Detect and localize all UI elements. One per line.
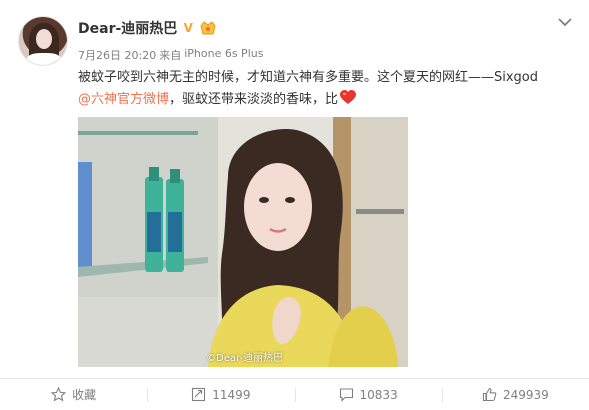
weibo-post-card: Dear-迪丽热巴 V 7月26日 20:20 来自 iPhone 6s Plu…: [0, 0, 589, 410]
comment-icon: [339, 388, 353, 402]
favorite-button[interactable]: 收藏: [0, 379, 147, 410]
avatar-shirt: [27, 53, 61, 65]
comment-button[interactable]: 10833: [294, 379, 442, 410]
repost-count: 11499: [212, 387, 251, 402]
post-timestamp[interactable]: 7月26日 20:20: [78, 47, 156, 63]
like-count: 249939: [502, 387, 549, 402]
post-text-line1: 被蚊子咬到六神无主的时候，才知道六神有多重要。这个夏天的网红——Sixgod: [78, 70, 539, 85]
post-header: Dear-迪丽热巴 V: [78, 18, 217, 38]
photo-illustration: [78, 117, 408, 367]
thumbs-up-icon: [482, 387, 497, 402]
action-bar: 收藏 11499 10833 249939: [0, 379, 589, 410]
chevron-down-icon[interactable]: [557, 16, 573, 28]
vip-badge-icon[interactable]: [199, 20, 217, 36]
avatar-face: [36, 29, 52, 49]
repost-icon: [192, 387, 206, 402]
source-device: iPhone 6s Plus: [184, 47, 264, 60]
post-text-tail: ，驱蚊还带来淡淡的香味，比: [169, 92, 339, 107]
like-button[interactable]: 249939: [441, 379, 589, 410]
avatar[interactable]: [18, 16, 68, 66]
post-meta: 7月26日 20:20 来自 iPhone 6s Plus: [78, 47, 263, 63]
post-text-line2: @六神官方微博，驱蚊还带来淡淡的香味，比: [78, 89, 578, 111]
comment-count: 10833: [359, 387, 398, 402]
verified-badge-icon[interactable]: V: [181, 21, 195, 35]
source-prefix: 来自: [159, 49, 182, 62]
post-text: 被蚊子咬到六神无主的时候，才知道六神有多重要。这个夏天的网红——Sixgod @…: [78, 67, 578, 111]
star-icon: [51, 387, 67, 402]
heart-emoji-icon: [340, 90, 357, 104]
post-photo[interactable]: ©Dear-迪丽热巴: [78, 117, 408, 367]
username-link[interactable]: Dear-迪丽热巴: [78, 18, 177, 38]
repost-button[interactable]: 11499: [147, 379, 294, 410]
photo-watermark: ©Dear-迪丽热巴: [206, 353, 284, 364]
favorite-label: 收藏: [72, 388, 97, 402]
mention-link[interactable]: @六神官方微博: [78, 92, 169, 107]
